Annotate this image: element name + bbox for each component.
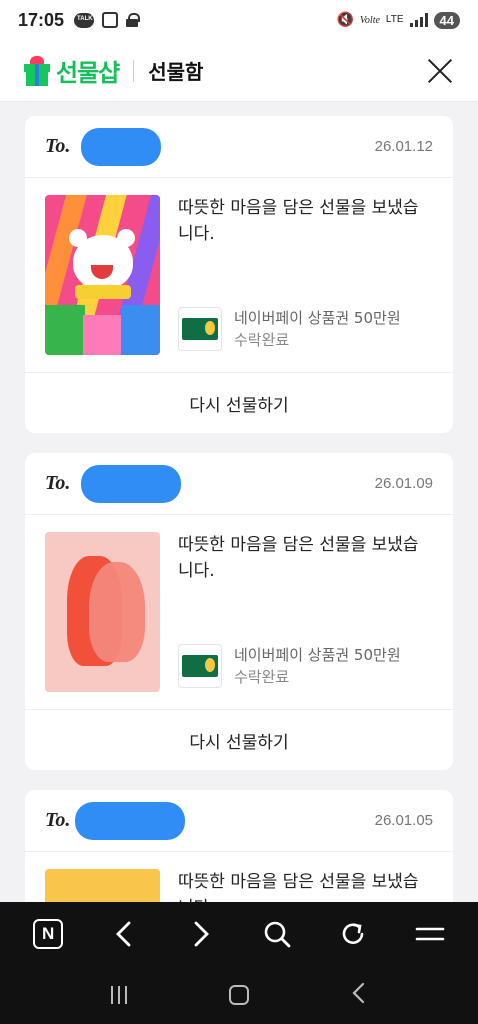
close-button[interactable] — [426, 57, 454, 85]
recent-apps-button[interactable] — [111, 986, 127, 1004]
battery-indicator: 44 — [433, 11, 460, 29]
system-back-button[interactable] — [351, 982, 367, 1008]
back-button[interactable] — [102, 912, 146, 956]
gift-status: 수락완료 — [234, 331, 290, 349]
gift-card: To. 26.01.09 따뜻한 마음을 담은 선물을 보냈습니다. 네이버페이… — [25, 453, 453, 770]
regift-button[interactable]: 다시 선물하기 — [25, 373, 453, 433]
gift-card-body[interactable]: 따뜻한 마음을 담은 선물을 보냈습니다. 네이버페이 상품권 50만원 수락완… — [25, 178, 453, 373]
lock-icon — [126, 13, 141, 27]
gift-card-body[interactable]: 따뜻한 마음을 담은 선물을 보냈습니다. — [25, 852, 453, 902]
gift-list[interactable]: To. 26.01.12 따뜻한 마음을 담은 선물을 보냈습니다. 네이버페이… — [0, 102, 478, 902]
screenshot-icon — [102, 12, 119, 28]
gift-message: 따뜻한 마음을 담은 선물을 보냈습니다. — [178, 198, 419, 244]
gift-card: To. 26.01.05 따뜻한 마음을 담은 선물을 보냈습니다. — [25, 790, 453, 902]
gift-card-image[interactable] — [45, 869, 160, 902]
redacted-recipient — [75, 802, 185, 840]
gift-card-image[interactable] — [45, 195, 160, 355]
product-name: 네이버페이 상품권 50만원 — [234, 646, 401, 664]
redacted-recipient — [81, 465, 181, 503]
gift-status: 수락완료 — [234, 668, 290, 686]
naver-home-button[interactable]: N — [26, 912, 70, 956]
brand-logo[interactable]: 선물샵 — [56, 53, 120, 88]
volte-icon: Volte — [359, 14, 380, 26]
gift-message: 따뜻한 마음을 담은 선물을 보냈습니다. — [178, 535, 419, 581]
recipient-label: To. — [45, 135, 71, 157]
recipient-label: To. — [45, 809, 71, 831]
gift-date: 26.01.09 — [374, 475, 433, 492]
refresh-icon — [343, 923, 364, 944]
header-divider — [133, 59, 135, 82]
gift-card-image[interactable] — [45, 532, 160, 692]
gift-card-header: To. 26.01.12 — [25, 116, 453, 178]
refresh-button[interactable] — [331, 912, 375, 956]
menu-button[interactable] — [408, 912, 452, 956]
status-bar: 17:05 TALK 🔇 Volte LTE 44 — [0, 0, 478, 40]
gift-card-header: To. 26.01.05 — [25, 790, 453, 852]
app-header: 선물샵 선물함 — [0, 40, 478, 102]
gift-product[interactable]: 네이버페이 상품권 50만원 수락완료 — [178, 644, 433, 688]
product-name: 네이버페이 상품권 50만원 — [234, 309, 401, 327]
browser-toolbar: N — [0, 902, 478, 966]
forward-button[interactable] — [179, 912, 223, 956]
gift-card-body[interactable]: 따뜻한 마음을 담은 선물을 보냈습니다. 네이버페이 상품권 50만원 수락완… — [25, 515, 453, 710]
mute-icon: 🔇 — [336, 12, 354, 28]
gift-card-header: To. 26.01.09 — [25, 453, 453, 515]
naver-n-icon: N — [33, 919, 64, 949]
gift-date: 26.01.12 — [374, 138, 433, 155]
kakaotalk-icon: TALK — [74, 12, 95, 28]
product-thumbnail — [178, 307, 222, 351]
product-thumbnail — [178, 644, 222, 688]
chevron-left-icon — [116, 921, 131, 947]
system-navigation-bar — [0, 966, 478, 1024]
gift-product[interactable]: 네이버페이 상품권 50만원 수락완료 — [178, 307, 433, 351]
search-button[interactable] — [255, 912, 299, 956]
gift-logo-icon — [24, 55, 50, 86]
gift-message: 따뜻한 마음을 담은 선물을 보냈습니다. — [178, 872, 419, 902]
chevron-right-icon — [194, 921, 209, 947]
back-arrow-icon — [352, 982, 365, 1004]
regift-button[interactable]: 다시 선물하기 — [25, 710, 453, 770]
redacted-recipient — [81, 128, 161, 166]
hamburger-menu-icon — [415, 927, 445, 941]
signal-icon — [409, 13, 428, 27]
gift-date: 26.01.05 — [374, 812, 433, 829]
lte-icon: LTE — [385, 14, 404, 25]
search-icon — [264, 921, 291, 948]
gift-card: To. 26.01.12 따뜻한 마음을 담은 선물을 보냈습니다. 네이버페이… — [25, 116, 453, 433]
page-title: 선물함 — [148, 60, 204, 84]
status-time: 17:05 — [18, 9, 65, 30]
home-button[interactable] — [229, 985, 249, 1005]
recipient-label: To. — [45, 472, 71, 494]
